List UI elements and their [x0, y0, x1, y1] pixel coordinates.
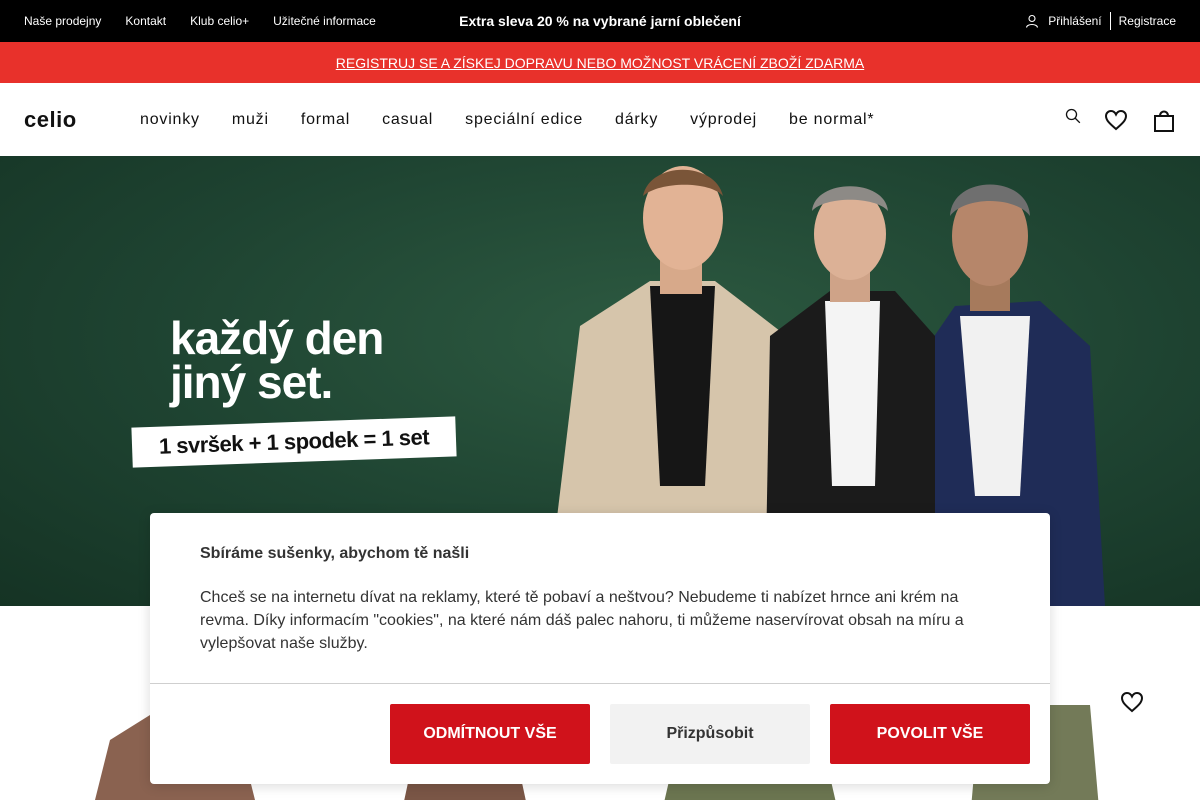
link-info[interactable]: Užitečné informace [273, 14, 376, 28]
customize-button[interactable]: Přizpůsobit [610, 704, 810, 764]
link-contact[interactable]: Kontakt [125, 14, 166, 28]
hero-subtitle: 1 svršek + 1 spodek = 1 set [158, 424, 430, 459]
header-icons [1064, 83, 1176, 156]
account-divider [1109, 12, 1111, 30]
hero-title-line2: jiný set. [170, 356, 333, 408]
menu-item-gifts[interactable]: dárky [615, 111, 658, 129]
menu-item-sale[interactable]: výprodej [690, 111, 757, 129]
registration-link[interactable]: REGISTRUJ SE A ZÍSKEJ DOPRAVU NEBO MOŽNO… [336, 55, 864, 71]
link-stores[interactable]: Naše prodejny [24, 14, 101, 28]
main-menu: novinky muži formal casual speciální edi… [140, 83, 906, 156]
top-bar: Naše prodejny Kontakt Klub celio+ Užiteč… [0, 0, 1200, 42]
link-club[interactable]: Klub celio+ [190, 14, 249, 28]
bag-icon[interactable] [1152, 108, 1176, 132]
heart-icon[interactable] [1104, 108, 1128, 132]
hero-subtitle-label: 1 svršek + 1 spodek = 1 set [131, 416, 457, 468]
celio-logo[interactable]: celio [24, 107, 77, 133]
register-link[interactable]: Registrace [1119, 14, 1176, 28]
hero-title: každý den jiný set. [170, 312, 384, 408]
reject-all-button[interactable]: ODMÍTNOUT VŠE [390, 704, 590, 764]
menu-item-muzi[interactable]: muži [232, 111, 269, 129]
user-icon [1026, 14, 1039, 28]
accept-all-button[interactable]: POVOLIT VŠE [830, 704, 1030, 764]
account-links: Přihlášení Registrace [1025, 0, 1176, 42]
menu-item-be-normal[interactable]: be normal* [789, 111, 874, 129]
wishlist-heart-icon[interactable] [1120, 690, 1144, 714]
registration-banner: REGISTRUJ SE A ZÍSKEJ DOPRAVU NEBO MOŽNO… [0, 42, 1200, 83]
menu-item-special-edition[interactable]: speciální edice [465, 111, 583, 129]
main-header: celio novinky muži formal casual speciál… [0, 83, 1200, 156]
cookie-title: Sbíráme sušenky, abychom tě našli [200, 545, 470, 562]
menu-item-formal[interactable]: formal [301, 111, 350, 129]
cookie-divider [150, 683, 1050, 684]
cookie-consent-dialog: Sbíráme sušenky, abychom tě našli Chceš … [150, 513, 1050, 784]
menu-item-casual[interactable]: casual [382, 111, 433, 129]
menu-item-novinky[interactable]: novinky [140, 111, 200, 129]
login-link[interactable]: Přihlášení [1048, 14, 1101, 28]
cookie-description: Chceš se na internetu dívat na reklamy, … [200, 589, 964, 652]
search-icon[interactable] [1064, 107, 1084, 127]
hero-title-line1: každý den [170, 312, 384, 364]
promo-text[interactable]: Extra sleva 20 % na vybrané jarní obleče… [459, 13, 741, 29]
top-links: Naše prodejny Kontakt Klub celio+ Užiteč… [24, 0, 376, 42]
